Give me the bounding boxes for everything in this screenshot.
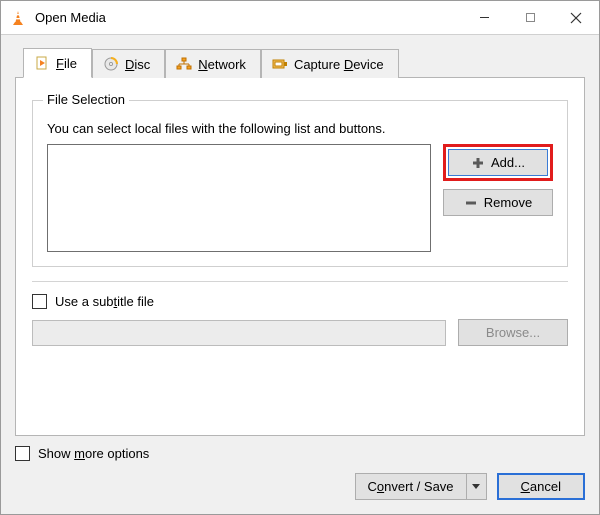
capture-device-icon <box>272 56 288 72</box>
tab-capture-device[interactable]: Capture Device <box>261 49 399 78</box>
tab-capture-label: Capture Device <box>294 57 384 72</box>
network-icon <box>176 56 192 72</box>
file-panel: File Selection You can select local file… <box>15 77 585 436</box>
browse-button-label: Browse... <box>486 325 540 340</box>
show-more-label: Show more options <box>38 446 149 461</box>
file-icon <box>34 55 50 71</box>
minus-icon <box>464 196 478 210</box>
footer: Show more options Convert / Save Cancel <box>1 446 599 514</box>
vlc-cone-icon <box>9 9 27 27</box>
subtitle-checkbox-row[interactable]: Use a subtitle file <box>32 294 568 309</box>
separator <box>32 281 568 282</box>
show-more-row[interactable]: Show more options <box>15 446 585 461</box>
convert-save-label: Convert / Save <box>355 473 467 500</box>
add-button[interactable]: Add... <box>448 149 548 176</box>
browse-button: Browse... <box>458 319 568 346</box>
convert-save-dropdown[interactable] <box>467 473 487 500</box>
minimize-button[interactable] <box>461 1 507 35</box>
content-area: File Disc <box>1 35 599 446</box>
tab-file-label: File <box>56 56 77 71</box>
tab-disc[interactable]: Disc <box>92 49 165 78</box>
group-legend: File Selection <box>43 92 129 107</box>
file-list[interactable] <box>47 144 431 252</box>
tab-network-label: Network <box>198 57 246 72</box>
maximize-button[interactable] <box>507 1 553 35</box>
window-controls <box>461 1 599 35</box>
cancel-button-label: Cancel <box>521 479 561 494</box>
subtitle-checkbox[interactable] <box>32 294 47 309</box>
tab-bar: File Disc <box>23 47 585 77</box>
remove-button-label: Remove <box>484 195 532 210</box>
plus-icon <box>471 156 485 170</box>
file-selection-hint: You can select local files with the foll… <box>47 121 553 136</box>
cancel-button[interactable]: Cancel <box>497 473 585 500</box>
window-title: Open Media <box>35 10 106 25</box>
close-button[interactable] <box>553 1 599 35</box>
tab-disc-label: Disc <box>125 57 150 72</box>
disc-icon <box>103 56 119 72</box>
file-selection-group: File Selection You can select local file… <box>32 100 568 267</box>
subtitle-label: Use a subtitle file <box>55 294 154 309</box>
add-button-highlight: Add... <box>443 144 553 181</box>
tab-network[interactable]: Network <box>165 49 261 78</box>
titlebar: Open Media <box>1 1 599 35</box>
subtitle-path-field <box>32 320 446 346</box>
show-more-checkbox[interactable] <box>15 446 30 461</box>
tab-file[interactable]: File <box>23 48 92 78</box>
open-media-window: Open Media File <box>0 0 600 515</box>
convert-save-button[interactable]: Convert / Save <box>355 473 487 500</box>
add-button-label: Add... <box>491 155 525 170</box>
remove-button[interactable]: Remove <box>443 189 553 216</box>
